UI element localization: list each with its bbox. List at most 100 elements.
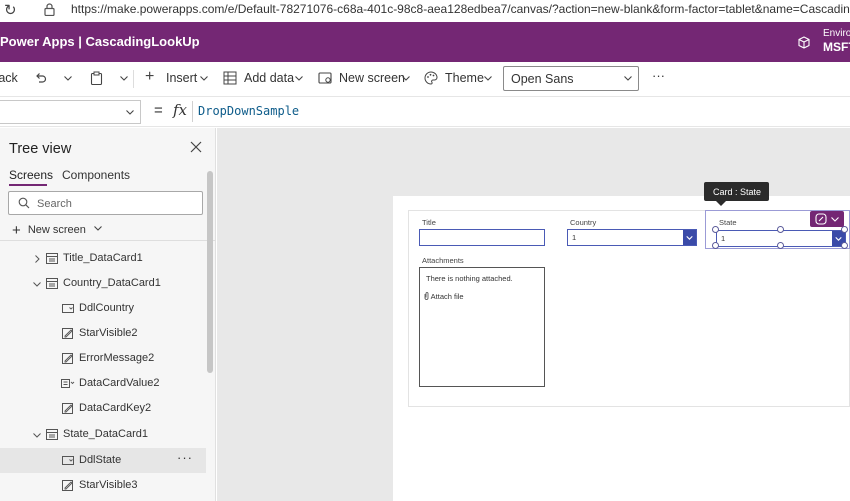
tab-components[interactable]: Components (62, 168, 130, 182)
formula-input[interactable]: DropDownSample (198, 104, 299, 118)
tree-node-title-datacard[interactable]: Title_DataCard1 (0, 246, 206, 271)
resize-handle[interactable] (712, 226, 719, 233)
chevron-down-icon[interactable] (64, 76, 72, 81)
fx-icon[interactable]: fx (173, 101, 187, 119)
combobox-icon (61, 379, 75, 388)
attachments-empty-text: There is nothing attached. (426, 274, 513, 283)
font-select[interactable]: Open Sans (503, 66, 639, 91)
search-icon (18, 197, 30, 209)
app-header: Power Apps | CascadingLookUp Enviro MSFT (0, 22, 850, 62)
divider (192, 101, 193, 122)
chevron-down-icon[interactable] (200, 76, 208, 81)
tree-node-label: ErrorMessage2 (79, 352, 155, 364)
tree-new-screen-button[interactable]: + New screen (12, 222, 102, 239)
card-tooltip: Card : State (704, 182, 769, 206)
add-data-icon[interactable] (223, 71, 237, 85)
country-label: Country (570, 218, 597, 227)
edit-icon (62, 480, 73, 491)
chevron-down-icon[interactable] (33, 431, 41, 439)
tree-node-ddlstate[interactable]: DdlState ··· (0, 448, 206, 473)
edit-icon (62, 328, 73, 339)
plus-icon: + (12, 222, 21, 239)
chevron-down-icon[interactable] (120, 76, 128, 81)
tree-node-label: Country_DataCard1 (63, 277, 161, 289)
resize-handle[interactable] (777, 242, 784, 249)
country-dropdown-button[interactable] (683, 230, 696, 245)
dropdown-icon (62, 304, 74, 313)
environment-name[interactable]: MSFT (823, 40, 850, 54)
title-input[interactable] (419, 229, 545, 246)
new-screen-button[interactable]: New screen (339, 71, 405, 85)
dropdown-icon (62, 456, 74, 465)
new-screen-icon[interactable] (318, 72, 332, 84)
tree-node-datacardkey2[interactable]: DataCardKey2 (0, 396, 206, 421)
tree-node-ddlcountry[interactable]: DdlCountry (0, 296, 206, 321)
divider (133, 70, 134, 88)
tree-node-starvisible3[interactable]: StarVisible3 (0, 473, 206, 498)
chevron-down-icon[interactable] (295, 76, 303, 81)
chevron-down-icon (831, 217, 839, 222)
tooltip-arrow (716, 201, 726, 206)
chevron-right-icon[interactable] (33, 255, 41, 263)
close-icon[interactable] (190, 141, 202, 153)
paste-icon[interactable] (90, 71, 103, 85)
card-icon (46, 429, 58, 440)
font-select-value: Open Sans (511, 72, 574, 86)
tree-node-label: DdlCountry (79, 302, 135, 314)
paperclip-icon (424, 292, 429, 300)
tab-screens[interactable]: Screens (9, 168, 53, 182)
chevron-down-icon[interactable] (484, 76, 492, 81)
attach-file-label: Attach file (430, 292, 464, 301)
tree-node-country-datacard[interactable]: Country_DataCard1 (0, 271, 206, 296)
resize-handle[interactable] (841, 242, 848, 249)
reload-icon[interactable]: ↻ (4, 1, 17, 19)
tree-node-errormessage2[interactable]: ErrorMessage2 (0, 346, 206, 371)
chevron-down-icon (126, 110, 134, 115)
lock-icon (44, 3, 55, 16)
app-title: Power Apps | CascadingLookUp (0, 34, 200, 49)
resize-handle[interactable] (712, 242, 719, 249)
country-dropdown[interactable]: 1 (567, 229, 697, 246)
equals-sign: = (154, 102, 163, 119)
formula-bar: = fx DropDownSample (0, 96, 850, 127)
resize-handle[interactable] (777, 226, 784, 233)
chevron-down-icon[interactable] (402, 76, 410, 81)
attach-file-link[interactable]: Attach file (424, 292, 464, 301)
chevron-down-icon (94, 226, 102, 231)
tree-node-state-datacard[interactable]: State_DataCard1 (0, 422, 206, 447)
edit-icon (62, 403, 73, 414)
environment-label: Enviro (823, 28, 850, 39)
environment-icon[interactable] (797, 36, 811, 49)
tree-node-label: StarVisible2 (79, 327, 138, 339)
tree-node-label: StarVisible3 (79, 479, 138, 491)
browser-url-bar: ↻ https://make.powerapps.com/e/Default-7… (0, 0, 850, 22)
undo-icon[interactable] (34, 71, 47, 84)
copilot-icon (815, 213, 827, 225)
chevron-down-icon[interactable] (33, 280, 41, 288)
back-button[interactable]: Back (0, 71, 18, 85)
tree-view-title: Tree view (9, 141, 72, 157)
attachments-control[interactable]: There is nothing attached. Attach file (419, 267, 545, 387)
insert-button[interactable]: Insert (166, 71, 197, 85)
theme-button[interactable]: Theme (445, 71, 484, 85)
command-bar: Back + Insert Add data New screen (0, 62, 850, 96)
node-more-button[interactable]: ··· (177, 450, 193, 465)
plus-icon[interactable]: + (145, 68, 154, 86)
add-data-button[interactable]: Add data (244, 71, 294, 85)
tree-node-datacardvalue2[interactable]: DataCardValue2 (0, 371, 206, 396)
tree-search-input[interactable]: Search (8, 191, 203, 215)
resize-handle[interactable] (841, 226, 848, 233)
title-label: Title (422, 218, 436, 227)
url-text[interactable]: https://make.powerapps.com/e/Default-782… (71, 2, 850, 16)
attachments-label: Attachments (422, 256, 464, 265)
theme-icon[interactable] (424, 71, 438, 85)
tree-node-starvisible2[interactable]: StarVisible2 (0, 321, 206, 346)
copilot-button[interactable] (810, 211, 844, 227)
tree-node-label: DataCardValue2 (79, 377, 160, 389)
more-commands-button[interactable]: ··· (652, 68, 665, 83)
card-icon (46, 278, 58, 289)
tree-node-label: DataCardKey2 (79, 402, 152, 414)
chevron-down-icon (686, 236, 693, 240)
property-select[interactable] (0, 100, 141, 124)
tree-scrollbar[interactable] (207, 171, 213, 373)
